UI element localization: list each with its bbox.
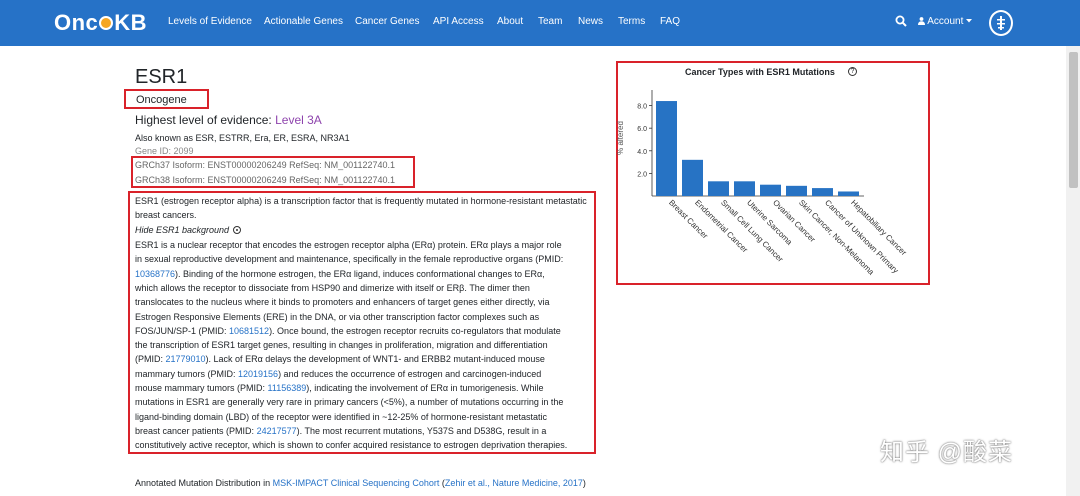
background-line: breast cancer patients (PMID: 24217577).… [135,426,546,436]
bar[interactable] [760,184,781,196]
zehir-reference-link[interactable]: Zehir et al., Nature Medicine, 2017 [445,478,583,488]
chart-title: Cancer Types with ESR1 Mutations [685,67,835,77]
bar[interactable] [682,159,703,196]
background-line: ligand-binding domain (LBD) of the recep… [135,412,547,422]
y-tick-label: 2.0 [637,171,647,178]
y-tick-label: 4.0 [637,149,647,156]
background-text-segment: constitutively active receptor, which is… [135,440,568,451]
background-line: mutations in ESR1 are generally very rar… [135,397,563,407]
grch38-isoform: GRCh38 Isoform: ENST00000206249 RefSeq: … [135,175,395,185]
watermark: 知乎 @酸菜 [880,439,1014,466]
background-text-segment: mutations in ESR1 are generally very rar… [135,397,564,408]
pmid-link[interactable]: 21779010 [166,354,206,364]
background-text-segment: (PMID: [135,354,166,365]
pmid-link[interactable]: 12019156 [238,369,278,379]
oncokb-logo[interactable]: Onc KB [54,10,147,36]
gene-type: Oncogene [136,94,187,106]
hide-background-label: Hide ESR1 background [135,225,230,235]
logo-dot-icon [99,16,114,30]
pmid-link[interactable]: 10368776 [135,269,175,279]
background-text-segment: FOS/JUN/SP-1 (PMID: [135,325,230,336]
background-line: mouse mammary tumors (PMID: 11156389), i… [135,383,544,393]
background-line: constitutively active receptor, which is… [135,440,567,450]
bar[interactable] [786,185,807,196]
background-line: which allows the receptor to dissociate … [135,283,530,293]
account-menu[interactable]: Account [918,16,973,27]
caret-down-icon [966,19,973,23]
account-label: Account [927,16,964,27]
pmid-link[interactable]: 24217577 [257,426,297,436]
nav-cancer-genes[interactable]: Cancer Genes [355,16,419,27]
nav-news[interactable]: News [578,16,603,27]
background-text-segment: breast cancer patients (PMID: [135,425,257,436]
background-line: (PMID: 21779010). Lack of ERα delays the… [135,354,545,364]
background-text-segment: in sexual reproductive development and m… [135,254,564,265]
bar[interactable] [812,188,833,196]
background-line: the transcription of ESR1 target genes, … [135,340,548,350]
background-text-segment: ). Binding of the hormone estrogen, the … [175,268,545,279]
grch37-isoform: GRCh37 Isoform: ENST00000206249 RefSeq: … [135,160,395,170]
nav-team[interactable]: Team [538,16,562,27]
hide-background-toggle[interactable]: Hide ESR1 background [135,225,242,235]
background-text-segment: Estrogen Responsive Elements (ERE) in th… [135,311,540,322]
background-line: FOS/JUN/SP-1 (PMID: 10681512). Once boun… [135,326,561,336]
highest-level-label: Highest level of evidence: [135,113,272,127]
background-line: in sexual reproductive development and m… [135,254,563,264]
nav-terms[interactable]: Terms [618,16,645,27]
highest-level-of-evidence: Highest level of evidence: Level 3A [135,113,322,127]
background-text-segment: ESR1 is a nuclear receptor that encodes … [135,240,562,250]
nav-levels-of-evidence[interactable]: Levels of Evidence [168,16,252,27]
gene-aliases: Also known as ESR, ESTRR, Era, ER, ESRA,… [135,133,350,143]
background-text-segment: which allows the receptor to dissociate … [135,282,530,293]
nav-api-access[interactable]: API Access [433,16,484,27]
background-text-segment: translocates to the nucleus where it bin… [135,297,550,308]
background-text-segment: ), indicating the involvement of ERα in … [306,383,544,393]
background-line: mammary tumors (PMID: 12019156) and redu… [135,369,541,379]
scrollbar-thumb[interactable] [1069,52,1078,188]
nav-about[interactable]: About [497,16,523,27]
gene-symbol-title: ESR1 [135,66,188,88]
annotated-prefix: Annotated Mutation Distribution in [135,478,273,488]
background-text-segment: ligand-binding domain (LBD) of the recep… [135,411,547,422]
background-line: 10368776). Binding of the hormone estrog… [135,269,545,279]
bar[interactable] [656,101,677,196]
background-text-segment: the transcription of ESR1 target genes, … [135,340,548,351]
mskcc-logo-icon[interactable] [989,10,1013,36]
background-line: translocates to the nucleus where it bin… [135,297,550,307]
help-icon[interactable]: ? [848,67,857,76]
y-tick-label: 6.0 [637,126,647,133]
cancer-types-bar-chart: 2.04.06.08.0% alteredBreast CancerEndome… [616,90,909,277]
background-text-segment: ). Once bound, the estrogen receptor rec… [269,325,561,336]
search-icon[interactable] [895,15,907,27]
mskcc-emblem-icon [997,16,1005,30]
nav-actionable-genes[interactable]: Actionable Genes [264,16,343,27]
x-category-label: Uterine Sarcoma [745,198,794,247]
background-text-segment: ) and reduces the occurrence of estrogen… [278,368,542,379]
toggle-circle-icon [233,226,242,234]
background-line: Estrogen Responsive Elements (ERE) in th… [135,312,539,322]
user-icon [918,17,925,25]
pmid-link[interactable]: 10681512 [229,326,269,336]
background-text-segment: mouse mammary tumors (PMID: [135,383,268,393]
background-line: ESR1 is a nuclear receptor that encodes … [135,240,562,250]
top-navbar: Onc KB Levels of Evidence Actionable Gene… [0,0,1080,46]
y-axis-label: % altered [616,121,625,155]
background-text-segment: ). The most recurrent mutations, Y537S a… [296,425,547,436]
bar[interactable] [734,181,755,196]
msk-impact-cohort-link[interactable]: MSK-IMPACT Clinical Sequencing Cohort [273,478,440,488]
annotated-mutation-distribution: Annotated Mutation Distribution in MSK-I… [135,478,586,488]
nav-faq[interactable]: FAQ [660,16,680,27]
gene-summary: ESR1 (estrogen receptor alpha) is a tran… [135,196,587,220]
bar[interactable] [838,191,859,196]
background-text-segment: ). Lack of ERα delays the development of… [205,354,545,365]
pmid-link[interactable]: 11156389 [268,383,307,393]
annotated-close-paren: ) [582,478,586,488]
highest-level-link[interactable]: Level 3A [275,113,322,127]
bar[interactable] [708,181,729,196]
background-text-segment: mammary tumors (PMID: [135,368,239,379]
y-tick-label: 8.0 [637,104,647,111]
gene-id: Gene ID: 2099 [135,146,194,156]
